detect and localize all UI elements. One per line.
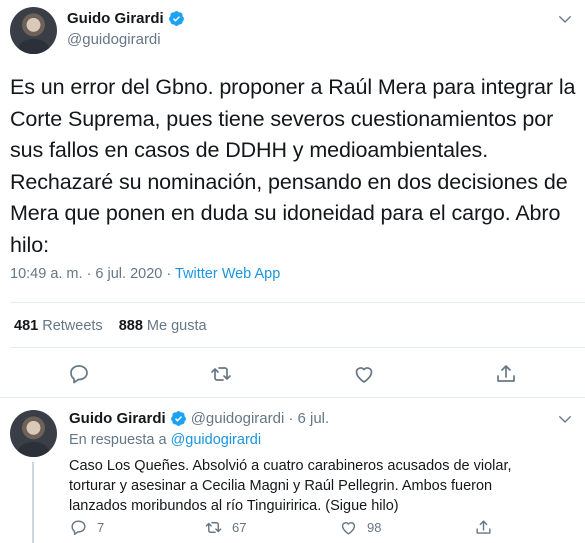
share-button[interactable] <box>474 518 493 537</box>
reply-header: Guido Girardi @guidogirardi · 6 jul. <box>69 410 329 427</box>
verified-badge-icon <box>170 411 186 426</box>
retweet-icon <box>205 522 222 533</box>
source-link[interactable]: Twitter Web App <box>175 266 280 282</box>
share-icon[interactable] <box>494 362 518 386</box>
chevron-down-icon[interactable] <box>556 10 574 28</box>
reply-icon[interactable] <box>67 362 91 386</box>
reply-tweet[interactable]: Guido Girardi @guidogirardi · 6 jul. En … <box>0 398 585 543</box>
reply-button[interactable]: 7 <box>69 518 104 537</box>
handle[interactable]: @guidogirardi <box>67 31 161 48</box>
main-tweet: Guido Girardi @guidogirardi Es un error … <box>0 0 585 398</box>
tweet-meta: 10:49 a. m. · 6 jul. 2020 · Twitter Web … <box>10 266 280 282</box>
likes-stat[interactable]: 888 Me gusta <box>119 318 207 334</box>
like-icon[interactable] <box>352 362 376 386</box>
like-icon <box>341 522 356 535</box>
share-icon <box>476 520 491 534</box>
reply-count: 7 <box>97 520 105 535</box>
engagement-stats: 481 Retweets 888 Me gusta <box>14 318 207 334</box>
retweets-stat[interactable]: 481 Retweets <box>14 318 103 334</box>
verified-badge-icon <box>168 11 184 26</box>
mention-link[interactable]: @guidogirardi <box>171 432 262 448</box>
avatar[interactable] <box>10 410 57 457</box>
reply-action-bar: 7 67 98 <box>69 518 569 538</box>
chevron-down-icon[interactable] <box>556 410 574 428</box>
divider <box>10 347 585 348</box>
reply-icon <box>71 520 86 535</box>
author-name-row[interactable]: Guido Girardi <box>67 10 185 27</box>
display-name[interactable]: Guido Girardi <box>67 10 164 27</box>
in-reply-to: En respuesta a @guidogirardi <box>69 432 262 448</box>
divider <box>10 302 585 303</box>
retweet-button[interactable]: 67 <box>204 518 246 537</box>
timestamp[interactable]: 10:49 a. m. · 6 jul. 2020 · <box>10 266 175 282</box>
tweet-text: Caso Los Queñes. Absolvió a cuatro carab… <box>69 458 512 514</box>
retweet-icon[interactable] <box>209 362 233 386</box>
display-name[interactable]: Guido Girardi <box>69 410 166 427</box>
handle[interactable]: @guidogirardi <box>191 410 285 427</box>
tweet-text: Es un error del Gbno. proponer a Raúl Me… <box>10 75 576 257</box>
like-count: 98 <box>367 520 382 535</box>
thread-line <box>32 462 34 543</box>
timestamp[interactable]: · 6 jul. <box>288 410 329 427</box>
retweet-count: 67 <box>232 520 247 535</box>
avatar[interactable] <box>10 7 57 54</box>
like-button[interactable]: 98 <box>339 518 381 537</box>
